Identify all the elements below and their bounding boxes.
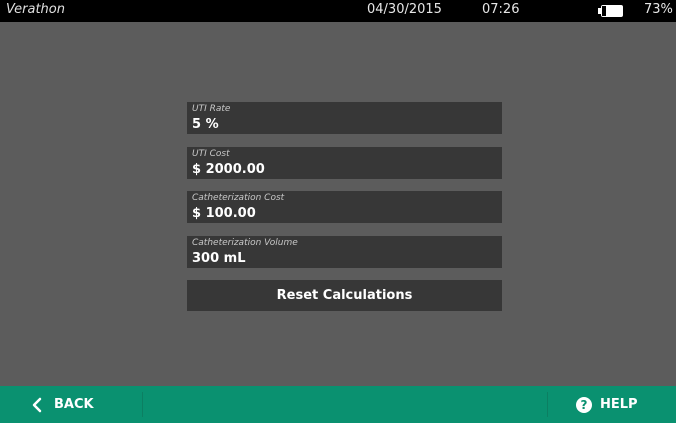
brand-name: Verathon (6, 2, 65, 17)
battery-icon (598, 5, 623, 17)
status-bar: Verathon 04/30/2015 07:26 73% (0, 0, 676, 22)
battery-percent: 73% (644, 2, 673, 17)
catheterization-volume-field[interactable]: Catheterization Volume 300 mL (187, 236, 502, 268)
footer-bar: BACK ? HELP (0, 386, 676, 423)
help-button[interactable]: ? HELP (576, 386, 671, 423)
uti-rate-value: 5 % (192, 117, 219, 132)
help-icon: ? (576, 396, 592, 413)
uti-cost-field[interactable]: UTI Cost $ 2000.00 (187, 147, 502, 179)
reset-calculations-button[interactable]: Reset Calculations (187, 280, 502, 311)
uti-rate-field[interactable]: UTI Rate 5 % (187, 102, 502, 134)
back-button[interactable]: BACK (30, 386, 140, 423)
catheterization-cost-value: $ 100.00 (192, 206, 256, 221)
catheterization-cost-field[interactable]: Catheterization Cost $ 100.00 (187, 191, 502, 223)
uti-cost-value: $ 2000.00 (192, 162, 265, 177)
footer-divider-left (142, 392, 143, 417)
status-time: 07:26 (482, 2, 520, 17)
uti-rate-label: UTI Rate (192, 104, 231, 114)
catheterization-volume-value: 300 mL (192, 251, 246, 266)
help-label: HELP (600, 397, 638, 412)
status-date: 04/30/2015 (367, 2, 442, 17)
chevron-left-icon (32, 397, 42, 412)
catheterization-volume-label: Catheterization Volume (192, 238, 298, 248)
back-label: BACK (54, 397, 94, 412)
catheterization-cost-label: Catheterization Cost (192, 193, 285, 203)
footer-divider-right (547, 392, 548, 417)
uti-cost-label: UTI Cost (192, 149, 230, 159)
